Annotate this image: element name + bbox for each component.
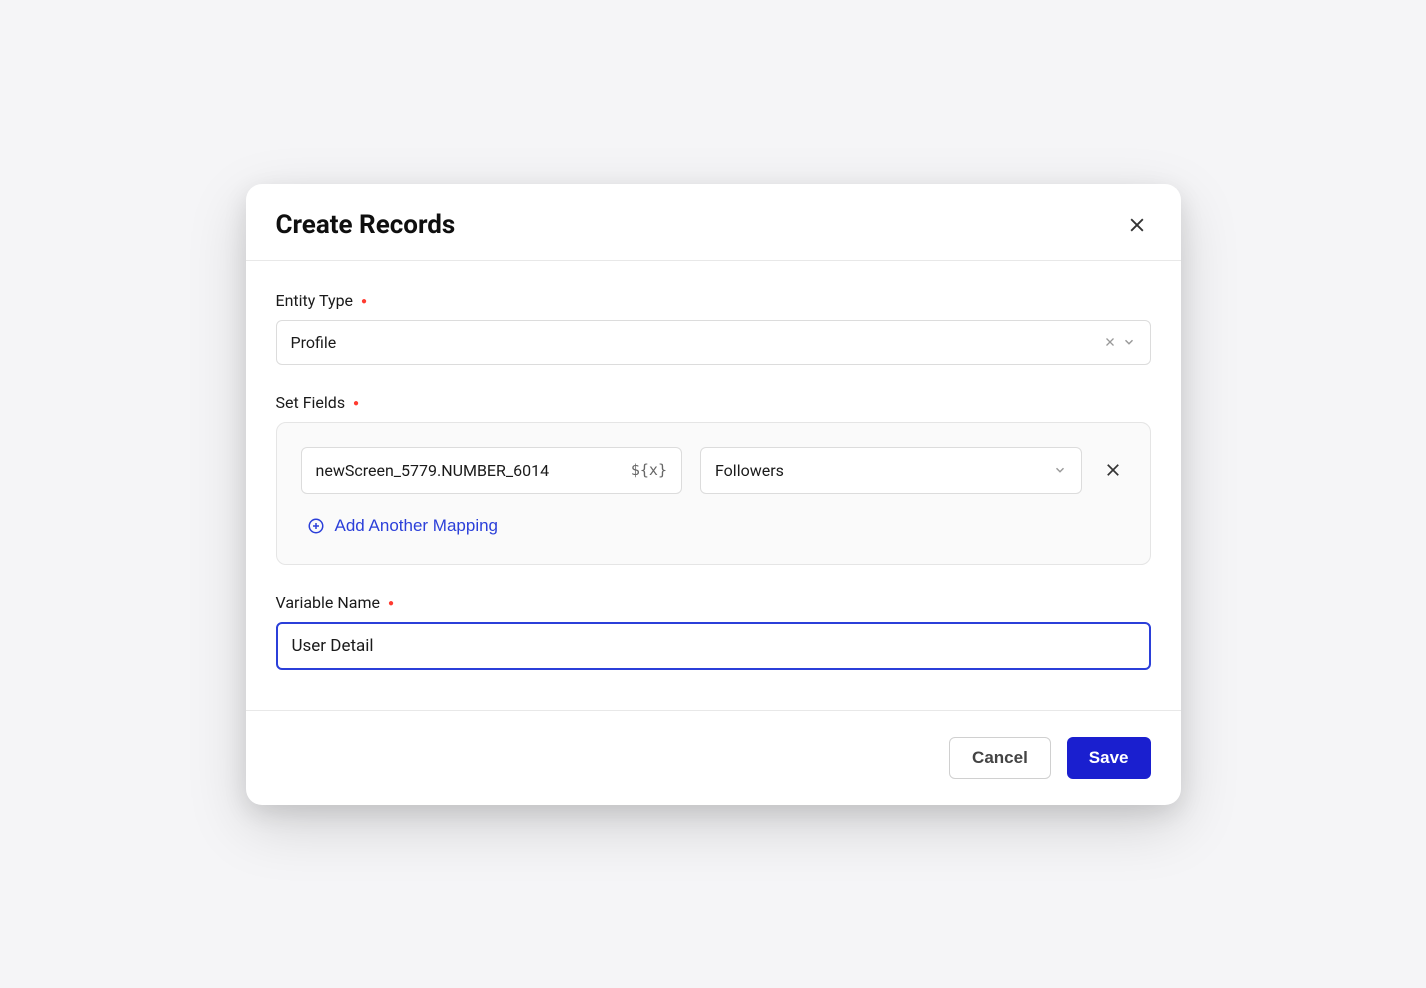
required-indicator: ● (361, 296, 367, 307)
cancel-button[interactable]: Cancel (949, 737, 1051, 779)
entity-type-value: Profile (291, 333, 1104, 352)
set-fields-container: newScreen_5779.NUMBER_6014 ${x} Follower… (276, 422, 1151, 565)
entity-type-dropdown[interactable] (1122, 335, 1136, 349)
plus-circle-icon (307, 517, 325, 535)
entity-type-clear[interactable] (1104, 336, 1116, 348)
entity-type-label-text: Entity Type (276, 291, 354, 310)
chevron-down-icon (1122, 335, 1136, 349)
variable-indicator: ${x} (631, 461, 667, 479)
chevron-down-icon (1053, 463, 1067, 477)
required-indicator: ● (353, 398, 359, 409)
set-fields-label-text: Set Fields (276, 393, 346, 412)
modal-title: Create Records (276, 210, 456, 240)
save-button[interactable]: Save (1067, 737, 1151, 779)
entity-type-select[interactable]: Profile (276, 320, 1151, 365)
set-fields-group: Set Fields ● newScreen_5779.NUMBER_6014 … (276, 393, 1151, 565)
variable-name-label-text: Variable Name (276, 593, 381, 612)
select-icons (1104, 335, 1136, 349)
close-icon (1127, 215, 1147, 235)
variable-name-label: Variable Name ● (276, 593, 395, 612)
add-mapping-label: Add Another Mapping (335, 516, 499, 536)
x-icon (1104, 336, 1116, 348)
mapping-row: newScreen_5779.NUMBER_6014 ${x} Follower… (301, 447, 1126, 494)
close-button[interactable] (1123, 211, 1151, 239)
modal-footer: Cancel Save (246, 710, 1181, 805)
modal-body: Entity Type ● Profile (246, 261, 1181, 710)
mapping-target-dropdown[interactable] (1053, 463, 1067, 477)
variable-name-group: Variable Name ● (276, 593, 1151, 670)
mapping-target-select[interactable]: Followers (700, 447, 1082, 494)
required-indicator: ● (388, 598, 394, 609)
add-mapping-button[interactable]: Add Another Mapping (301, 512, 505, 540)
x-icon (1104, 461, 1122, 479)
mapping-source-input[interactable]: newScreen_5779.NUMBER_6014 ${x} (301, 447, 683, 494)
set-fields-label: Set Fields ● (276, 393, 360, 412)
mapping-remove-button[interactable] (1100, 457, 1126, 483)
entity-type-group: Entity Type ● Profile (276, 291, 1151, 365)
mapping-target-value: Followers (715, 461, 1053, 480)
variable-name-input[interactable] (276, 622, 1151, 670)
entity-type-label: Entity Type ● (276, 291, 368, 310)
mapping-source-value: newScreen_5779.NUMBER_6014 (316, 461, 631, 480)
create-records-modal: Create Records Entity Type ● Profile (246, 184, 1181, 805)
modal-header: Create Records (246, 184, 1181, 261)
